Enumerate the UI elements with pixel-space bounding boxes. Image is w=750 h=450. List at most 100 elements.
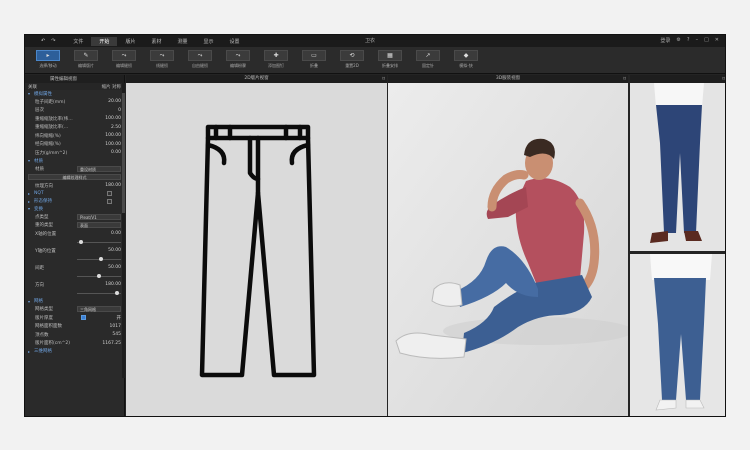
menu-pattern[interactable]: 版片 [117, 37, 143, 46]
redo-icon[interactable]: ↷ [51, 38, 55, 44]
section-label: 模拟属性 [34, 91, 52, 97]
row-value[interactable]: 20.00 [108, 99, 121, 104]
help-icon[interactable]: ? [687, 37, 690, 44]
view3d-canvas[interactable] [388, 83, 628, 416]
tool-button[interactable]: ⟲ 重置2D [335, 50, 369, 72]
section-triangle-mesh[interactable]: ▸ 三维网格 [25, 348, 124, 356]
row-label: 经向缩缩(%) [35, 142, 61, 148]
section-nqt[interactable]: ▸ NQT [25, 190, 124, 198]
tool-label: 自由缝纫 [192, 63, 208, 68]
undo-icon[interactable]: ↶ [41, 38, 45, 44]
row-label: 纬向缩缩(%) [35, 133, 61, 139]
tool-button[interactable]: ↗ 固定针 [411, 50, 445, 72]
edit-texture-button[interactable]: 编辑纹理样式 [28, 174, 121, 181]
back-view-2-canvas[interactable] [630, 254, 725, 416]
tool-button[interactable]: ◆ 模拟-快 [449, 50, 483, 72]
row-label: 纹理方向 [35, 183, 53, 189]
view3d-title: 3D服装视窗 [495, 76, 521, 81]
tool-button[interactable]: ⤳ 编辑缝纫 [107, 50, 141, 72]
menu-measure[interactable]: 测量 [169, 37, 195, 46]
section-shape[interactable]: ▸ 形态保持 [25, 198, 124, 206]
row-label: 方向 [35, 282, 44, 288]
expand-icon[interactable]: ⌑ [623, 75, 626, 83]
tool-icon: ⟲ [340, 50, 364, 61]
slider-knob[interactable] [97, 274, 101, 279]
tool-label: 编辑缝纫 [116, 63, 132, 68]
property-row: 重缩缩放比率(纬… 100.00 [25, 115, 124, 124]
scrollbar-thumb[interactable] [122, 93, 125, 213]
close-icon[interactable]: ✕ [715, 37, 719, 44]
row-value[interactable]: 100.00 [105, 133, 121, 138]
settings-icon[interactable]: ⚙ [676, 37, 680, 44]
row-value[interactable]: 1017 [110, 324, 121, 329]
row-label: 版片面积(cm^2) [35, 341, 71, 347]
section-sim-props[interactable]: ▾ 模拟属性 [25, 90, 124, 98]
row-select[interactable]: Pleat/V1 [77, 213, 121, 220]
row-value[interactable]: 0.00 [111, 150, 121, 155]
shape-checkbox[interactable] [107, 198, 112, 204]
row-value[interactable]: 50.00 [108, 248, 121, 253]
menu-settings[interactable]: 设置 [222, 37, 248, 46]
tool-icon: ▸ [36, 50, 60, 61]
tool-button[interactable]: ✚ 添加图钉 [259, 50, 293, 72]
property-row: Y轴的位置 50.00 [25, 247, 124, 256]
menu-file[interactable]: 文件 [65, 37, 91, 46]
row-value[interactable]: 50.00 [108, 265, 121, 270]
tab-symmetry[interactable]: 缩片 对称 [102, 84, 121, 90]
maximize-icon[interactable]: □ [704, 37, 709, 44]
section-transform[interactable]: ▾ 变换 [25, 205, 124, 213]
panel-title: 属性编辑视窗 [50, 77, 77, 82]
slider-knob[interactable] [79, 240, 83, 245]
tool-button[interactable]: ▭ 折叠 [297, 50, 331, 72]
tool-button[interactable]: ⤳ 编辑粉骤 [221, 50, 255, 72]
row-value[interactable]: 2.50 [111, 125, 121, 130]
row-select[interactable]: 表面 [77, 222, 121, 229]
menu-material[interactable]: 素材 [143, 37, 169, 46]
row-value[interactable]: 100.00 [105, 116, 121, 121]
view2d-canvas[interactable] [126, 83, 387, 416]
tool-label: 固定针 [422, 63, 434, 68]
row-value[interactable]: 100.00 [105, 142, 121, 147]
value-slider[interactable] [77, 273, 121, 279]
login-link[interactable]: 登录 [660, 37, 670, 44]
row-value[interactable]: 开 [117, 315, 122, 321]
tab-related[interactable]: 关联 [28, 84, 37, 90]
section-material[interactable]: ▾ 材质 [25, 157, 124, 165]
row-select[interactable]: 三角网格 [77, 306, 121, 313]
menu-display[interactable]: 显示 [195, 37, 221, 46]
material-select[interactable]: 重设材质 [77, 165, 121, 172]
model-back-2-image [630, 254, 725, 416]
row-value[interactable]: 545 [112, 332, 121, 337]
thickness-checkbox[interactable] [80, 315, 86, 321]
minimize-icon[interactable]: – [696, 37, 699, 44]
slider-knob[interactable] [99, 257, 103, 262]
value-slider[interactable] [77, 256, 121, 262]
section-label: 三维网格 [34, 349, 52, 355]
tool-button[interactable]: ⤳ 自由缝纫 [183, 50, 217, 72]
value-slider[interactable] [77, 239, 121, 245]
slider-row [25, 272, 124, 281]
row-value[interactable]: 0.00 [111, 231, 121, 236]
slider-knob[interactable] [115, 291, 119, 296]
row-value[interactable]: 180.00 [105, 282, 121, 287]
tool-button[interactable]: ▦ 折叠安排 [373, 50, 407, 72]
menu-start[interactable]: 开始 [91, 36, 118, 46]
slider-row [25, 289, 124, 298]
sidebar-scrollbar[interactable] [122, 83, 125, 378]
row-label: Y轴的位置 [35, 248, 56, 254]
nqt-checkbox[interactable] [107, 191, 112, 197]
row-value[interactable]: 1167.25 [102, 341, 121, 346]
tool-button[interactable]: ✎ 编辑版片 [69, 50, 103, 72]
tool-icon: ↗ [416, 50, 440, 61]
back-view-canvas[interactable] [630, 83, 725, 251]
row-value[interactable]: 180.00 [105, 183, 121, 188]
tool-button[interactable]: ⤳ 线缝纫 [145, 50, 179, 72]
section-mesh[interactable]: ▾ 网格 [25, 298, 124, 306]
row-value[interactable]: 0 [118, 108, 121, 113]
tool-button[interactable]: ▸ 选择/移动 [31, 50, 65, 72]
value-slider[interactable] [77, 290, 121, 296]
expand-icon[interactable]: ⌑ [382, 75, 385, 83]
expand-icon[interactable]: ⌑ [722, 75, 725, 83]
edit-row: 编辑纹理样式 [25, 173, 124, 182]
property-row: 版片厚度 开 [25, 314, 124, 323]
